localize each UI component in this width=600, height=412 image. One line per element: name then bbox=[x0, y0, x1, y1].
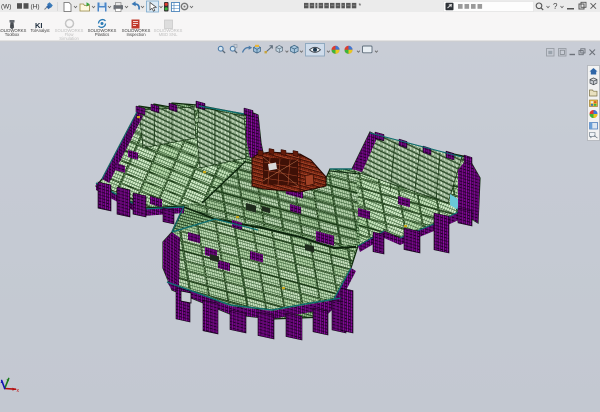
svg-text:Plastics: Plastics bbox=[95, 32, 109, 37]
svg-text:(H): (H) bbox=[31, 4, 40, 11]
svg-text:(W): (W) bbox=[1, 4, 11, 11]
svg-text:?: ? bbox=[553, 2, 558, 11]
svg-text:*: * bbox=[359, 3, 362, 10]
svg-text:Toolbox: Toolbox bbox=[5, 32, 20, 37]
svg-text:Inspection: Inspection bbox=[126, 32, 146, 37]
svg-text:TolAnalyst: TolAnalyst bbox=[30, 28, 50, 33]
svg-text:Simulation: Simulation bbox=[59, 36, 79, 41]
svg-text:MBD SNL: MBD SNL bbox=[159, 32, 178, 37]
